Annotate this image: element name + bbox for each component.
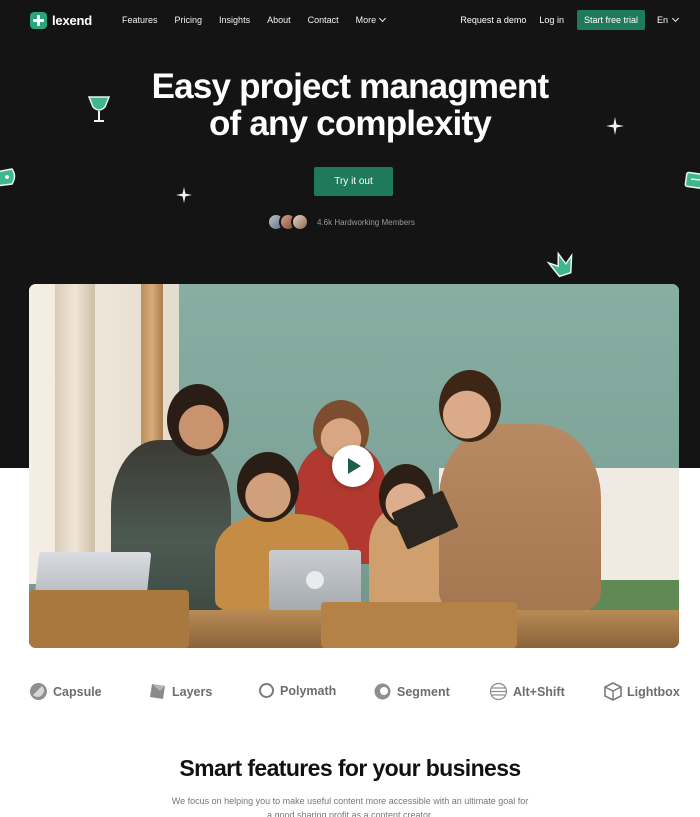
login-link[interactable]: Log in [539,15,564,25]
avatar [291,213,309,231]
polymath-icon [259,683,274,698]
chevron-down-icon [671,14,680,23]
members-count-text: 4.6k Hardworking Members [317,217,415,227]
altshift-icon [489,682,508,701]
members-badge: 4.6k Hardworking Members [267,213,415,231]
nav-link-about[interactable]: About [267,15,291,25]
segment-icon [374,683,391,700]
chevron-down-icon [379,14,387,23]
language-label: En [656,15,668,25]
partner-logo-capsule: Capsule [29,682,102,701]
partner-name: Polymath [280,683,337,698]
partner-name: Segment [397,684,450,699]
partner-name: Lightbox [627,684,680,699]
sparkle-icon [176,187,192,203]
brand-name: lexend [52,13,92,28]
try-it-out-button[interactable]: Try it out [314,167,393,196]
trophy-doodle-icon [87,96,111,122]
brand-logo[interactable]: lexend [30,12,92,29]
photo-person [439,424,601,610]
plus-cross-logo-icon [30,12,47,29]
partner-logo-polymath: Polymath [258,682,336,699]
top-navigation: lexend Features Pricing Insights About C… [0,0,700,42]
partner-logo-altshift: Alt+Shift [489,682,565,701]
partner-logos: Capsule Layers Polymath Segment Alt+Shif… [0,682,700,704]
language-selector[interactable]: En [656,14,680,25]
nav-link-insights[interactable]: Insights [219,15,250,25]
lightbox-icon [604,682,622,701]
nav-more-label: More [355,15,377,25]
nav-link-pricing[interactable]: Pricing [175,15,203,25]
play-icon[interactable] [332,445,374,487]
sparkle-icon [606,117,624,135]
photo-person-head [167,384,229,456]
nav-actions: Request a demo Log in Start free trial E… [460,10,680,30]
partner-logo-segment: Segment [373,682,450,701]
nav-links: Features Pricing Insights About Contact … [122,14,402,25]
layers-icon [150,684,165,699]
partner-name: Layers [172,684,213,699]
tag-doodle-icon [0,168,16,187]
photo-laptop [269,550,361,610]
nav-link-features[interactable]: Features [122,15,158,25]
photo-chair [321,602,517,648]
features-description: We focus on helping you to make useful c… [171,796,529,817]
start-free-trial-button[interactable]: Start free trial [576,10,645,30]
photo-chair [29,590,189,648]
photo-curtain [55,284,95,554]
photo-person-head [439,370,501,442]
capsule-icon [30,683,47,700]
partner-name: Capsule [53,684,102,699]
hero-video-thumbnail[interactable] [29,284,679,648]
partner-name: Alt+Shift [513,684,565,699]
crown-doodle-icon [546,251,573,278]
features-heading: Smart features for your business [179,755,521,781]
photo-person-head [237,452,299,522]
card-doodle-icon [684,171,700,190]
request-demo-link[interactable]: Request a demo [460,15,526,25]
partner-logo-lightbox: Lightbox [604,682,680,701]
partner-logo-layers: Layers [148,682,212,701]
nav-more-dropdown[interactable]: More [355,14,387,25]
nav-link-contact[interactable]: Contact [308,15,339,25]
